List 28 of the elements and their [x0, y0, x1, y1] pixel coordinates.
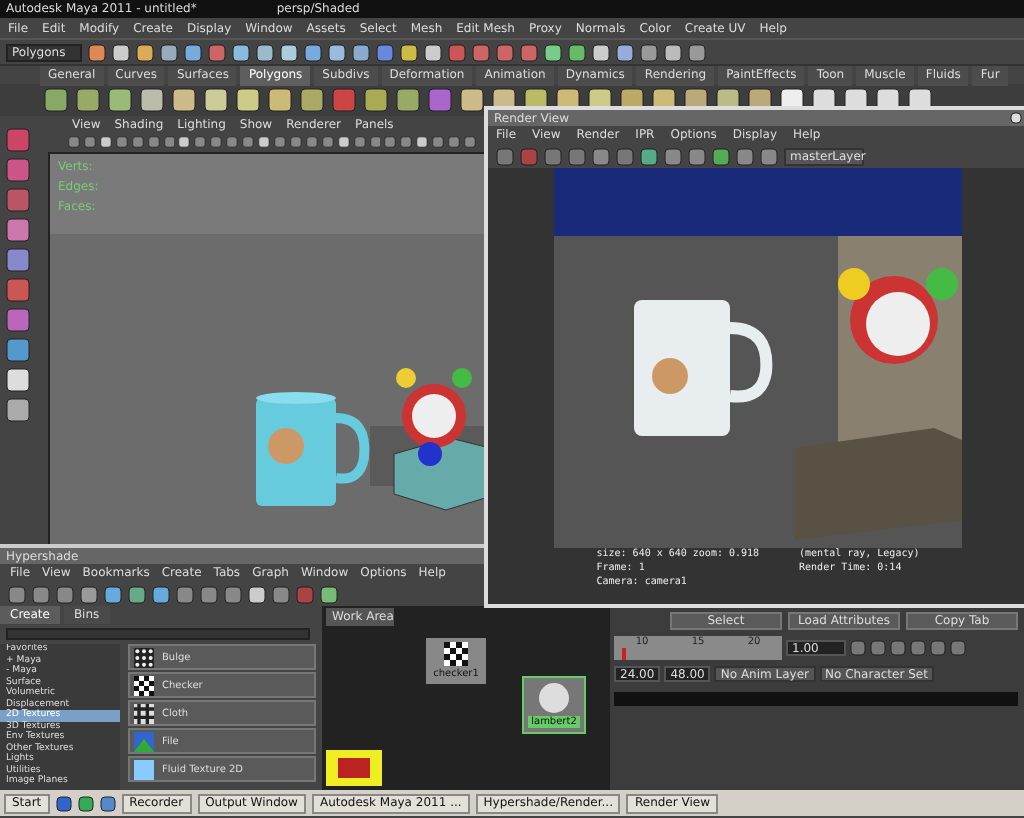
shelf-tool-icon[interactable] [396, 88, 420, 112]
shelf-tool-icon[interactable] [236, 88, 260, 112]
texture-preview-icon [134, 759, 154, 779]
current-frame-marker[interactable] [622, 648, 627, 660]
search-field[interactable] [6, 628, 310, 640]
texture-preview-icon [134, 675, 154, 695]
shelf-tool-icon[interactable] [108, 88, 132, 112]
window-buttons-icon[interactable] [1010, 112, 1022, 124]
tool-icon[interactable] [6, 218, 30, 242]
tool-icon[interactable] [6, 398, 30, 422]
texture-preview-icon [134, 703, 154, 723]
shelf-tool-icon[interactable] [460, 88, 484, 112]
tool-icon[interactable] [6, 248, 30, 272]
shelf-tool-icon[interactable] [76, 88, 100, 112]
shelf-tool-icon[interactable] [140, 88, 164, 112]
tool-icon[interactable] [6, 338, 30, 362]
checker-icon [444, 642, 468, 666]
shelf-tool-icon[interactable] [300, 88, 324, 112]
texture-preview-icon [134, 647, 154, 667]
shelf-tool-icon[interactable] [204, 88, 228, 112]
shelf-tool-icon[interactable] [44, 88, 68, 112]
shelf-tool-icon[interactable] [268, 88, 292, 112]
tool-icon[interactable] [6, 368, 30, 392]
shelf-tool-icon[interactable] [172, 88, 196, 112]
texture-preview-icon [134, 731, 154, 751]
sphere-icon [538, 682, 570, 714]
texture-node-icon [326, 750, 382, 786]
shelf-tool-icon[interactable] [364, 88, 388, 112]
